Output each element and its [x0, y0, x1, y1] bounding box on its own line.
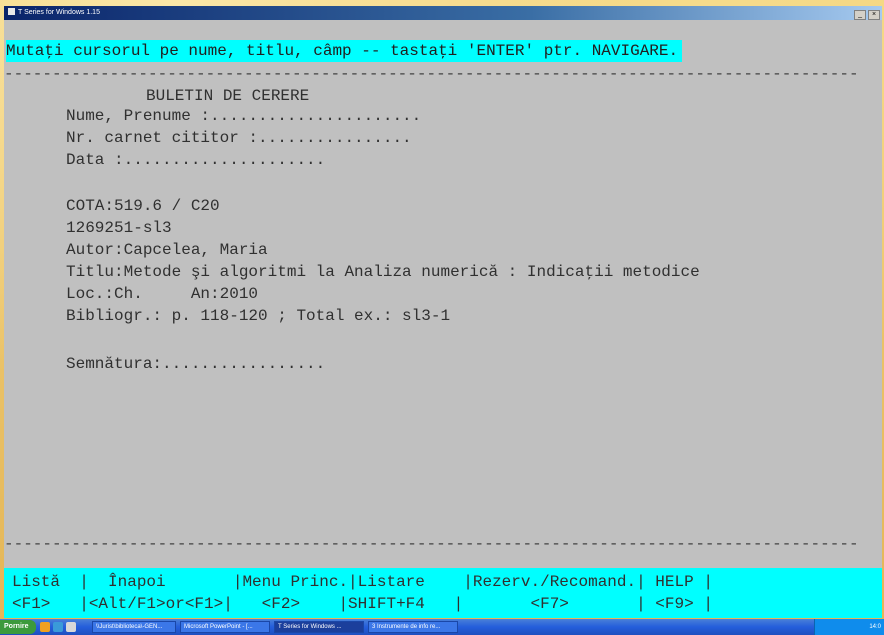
place-year-line: Loc.:Ch. An:2010	[66, 285, 259, 303]
form-heading: BULETIN DE CERERE	[146, 87, 310, 105]
window-title: T Series for Windows 1.15	[18, 9, 100, 16]
taskbar-item-document[interactable]: 3 Instrumente de info re...	[368, 621, 458, 633]
title-line[interactable]: Titlu:Metode şi algoritmi la Analiza num…	[66, 262, 700, 282]
author-line[interactable]: Autor:Capcelea, Maria	[66, 240, 268, 260]
taskbar-item-tseries[interactable]: T Series for Windows ...	[274, 621, 364, 633]
function-key-labels[interactable]: Listă | Înapoi |Menu Princ.|Listare |Rez…	[12, 572, 713, 592]
navigation-hint: Mutaţi cursorul pe nume, titlu, câmp -- …	[6, 40, 683, 62]
start-button[interactable]: Pornire	[0, 620, 36, 634]
taskbar-item-explorer[interactable]: \\Jurist\biblioteca\-GEN...	[92, 621, 176, 633]
inventory-line: 1269251-sl3	[66, 219, 172, 237]
cota-line: COTA:519.6 / C20	[66, 197, 220, 215]
window-controls: _ ×	[854, 8, 880, 20]
explorer-icon[interactable]	[53, 622, 63, 632]
close-button[interactable]: ×	[868, 10, 880, 20]
function-key-shortcuts[interactable]: <F1> |<Alt/F1>or<F1>| <F2> |SHIFT+F4 | <…	[12, 594, 713, 614]
terminal-screen[interactable]: Mutaţi cursorul pe nume, titlu, câmp -- …	[4, 20, 882, 618]
top-separator: ----------------------------------------…	[4, 65, 859, 83]
restore-button[interactable]: _	[854, 10, 867, 20]
clock[interactable]: 14:0	[869, 624, 881, 630]
bibliography-line: Bibliogr.: p. 118-120 ; Total ex.: sl3-1	[66, 307, 451, 325]
bottom-separator: ----------------------------------------…	[4, 535, 859, 553]
name-field[interactable]: Nume, Prenume :......................	[66, 106, 421, 126]
card-number-field[interactable]: Nr. carnet cititor :................	[66, 128, 412, 148]
date-field[interactable]: Data :.....................	[66, 150, 325, 170]
terminal-window: T Series for Windows 1.15 _ × Mutaţi cur…	[4, 6, 882, 618]
window-titlebar[interactable]: T Series for Windows 1.15 _ ×	[4, 6, 882, 20]
taskbar-item-powerpoint[interactable]: Microsoft PowerPoint - [...	[180, 621, 270, 633]
system-tray: 14:0	[814, 619, 884, 635]
signature-field[interactable]: Semnătura:.................	[66, 354, 325, 374]
app-icon	[8, 8, 15, 15]
function-key-bar: Listă | Înapoi |Menu Princ.|Listare |Rez…	[4, 568, 882, 618]
browser-icon[interactable]	[40, 622, 50, 632]
desktop-icon[interactable]	[66, 622, 76, 632]
taskbar: Pornire \\Jurist\biblioteca\-GEN... Micr…	[0, 619, 884, 635]
